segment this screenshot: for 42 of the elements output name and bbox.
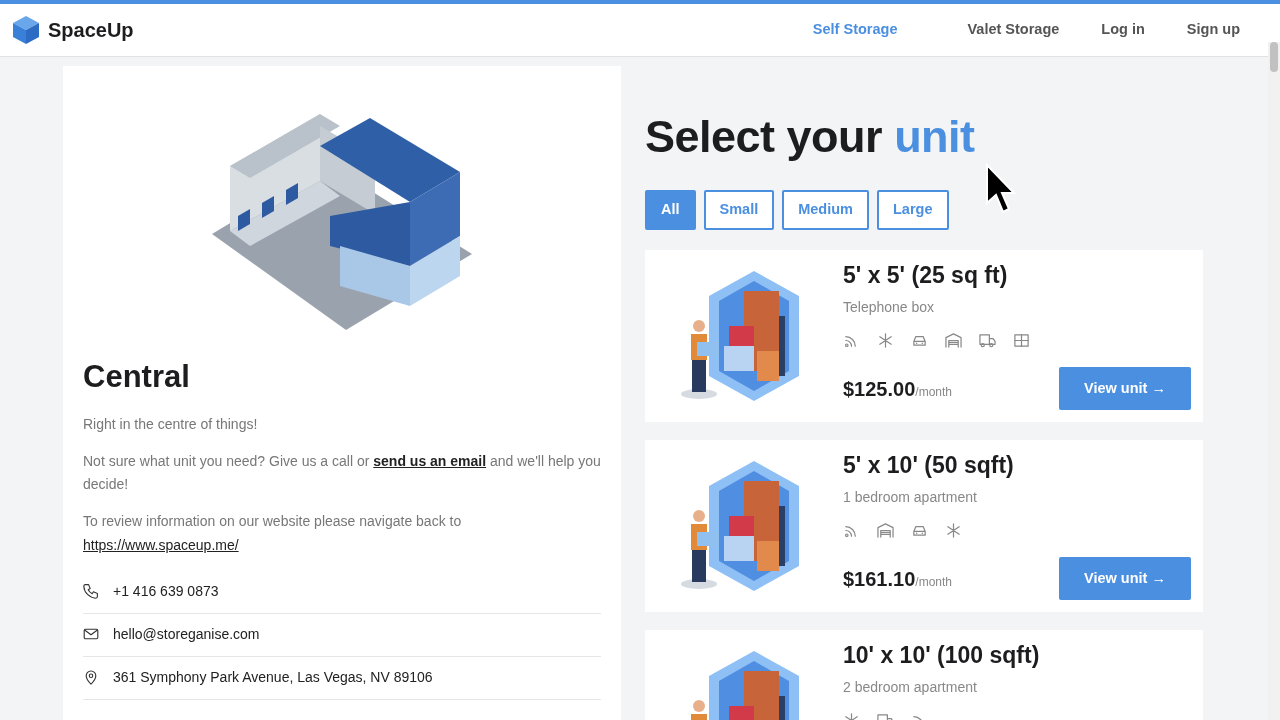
garage-icon — [877, 522, 894, 540]
unit-price: $161.10 — [843, 567, 916, 590]
filter-button[interactable]: Large — [877, 190, 949, 230]
tagline: Right in the centre of things! — [83, 415, 259, 435]
price-period: /month — [915, 574, 952, 589]
email-link[interactable]: send us an email — [373, 453, 487, 470]
nav-link[interactable]: Sign up — [1186, 19, 1240, 41]
cursor-icon — [985, 163, 1017, 215]
contact-text: +1 416 639 0873 — [113, 581, 219, 601]
contact-text: 361 Symphony Park Avenue, Las Vegas, NV 89106 — [113, 667, 433, 687]
filter-button[interactable]: Small — [703, 190, 775, 230]
cube-logo-icon — [12, 15, 40, 45]
view-unit-button[interactable]: View unit → — [1059, 557, 1191, 601]
unit-description: 2 bedroom apartment — [843, 678, 978, 698]
help-text: Not sure what unit you need? Give us a call or send us an email and we'll help you decide! — [83, 452, 601, 495]
snowflake-icon — [945, 522, 962, 540]
phone-icon — [83, 583, 99, 600]
page-heading: Select your unit — [645, 110, 976, 164]
website-link[interactable]: https://www.spaceup.me/ — [83, 536, 239, 553]
location-title: Central — [83, 358, 191, 396]
garage-icon — [945, 332, 962, 350]
filter-button[interactable]: Medium — [782, 190, 869, 230]
website-text: To review information on our website please navigate back to https://www.spaceup.me/ — [83, 512, 463, 555]
view-unit-button[interactable]: View unit → — [1059, 367, 1191, 411]
unit-size: 5' x 10' (50 sqft) — [843, 451, 1015, 480]
truck-icon — [979, 332, 996, 350]
unit-price: $125.00 — [843, 377, 916, 400]
location-pin-icon — [83, 669, 99, 686]
unit-size: 10' x 10' (100 sqft) — [843, 641, 1041, 670]
window-icon — [1013, 332, 1030, 350]
unit-description: 1 bedroom apartment — [843, 488, 978, 508]
unit-description: Telephone box — [843, 298, 936, 318]
snowflake-icon — [877, 332, 894, 350]
brand-name[interactable]: SpaceUp — [48, 15, 134, 45]
contact-text: hello@storeganise.com — [113, 624, 260, 644]
filter-button[interactable]: All — [645, 190, 696, 230]
nav-link[interactable]: Valet Storage — [967, 19, 1060, 41]
unit-size: 5' x 5' (25 sq ft) — [843, 261, 1009, 290]
nav-link[interactable]: Self Storage — [812, 19, 898, 41]
nav-link[interactable]: Log in — [1101, 19, 1145, 41]
scrollbar[interactable] — [1268, 42, 1280, 720]
price-period: /month — [915, 384, 952, 399]
